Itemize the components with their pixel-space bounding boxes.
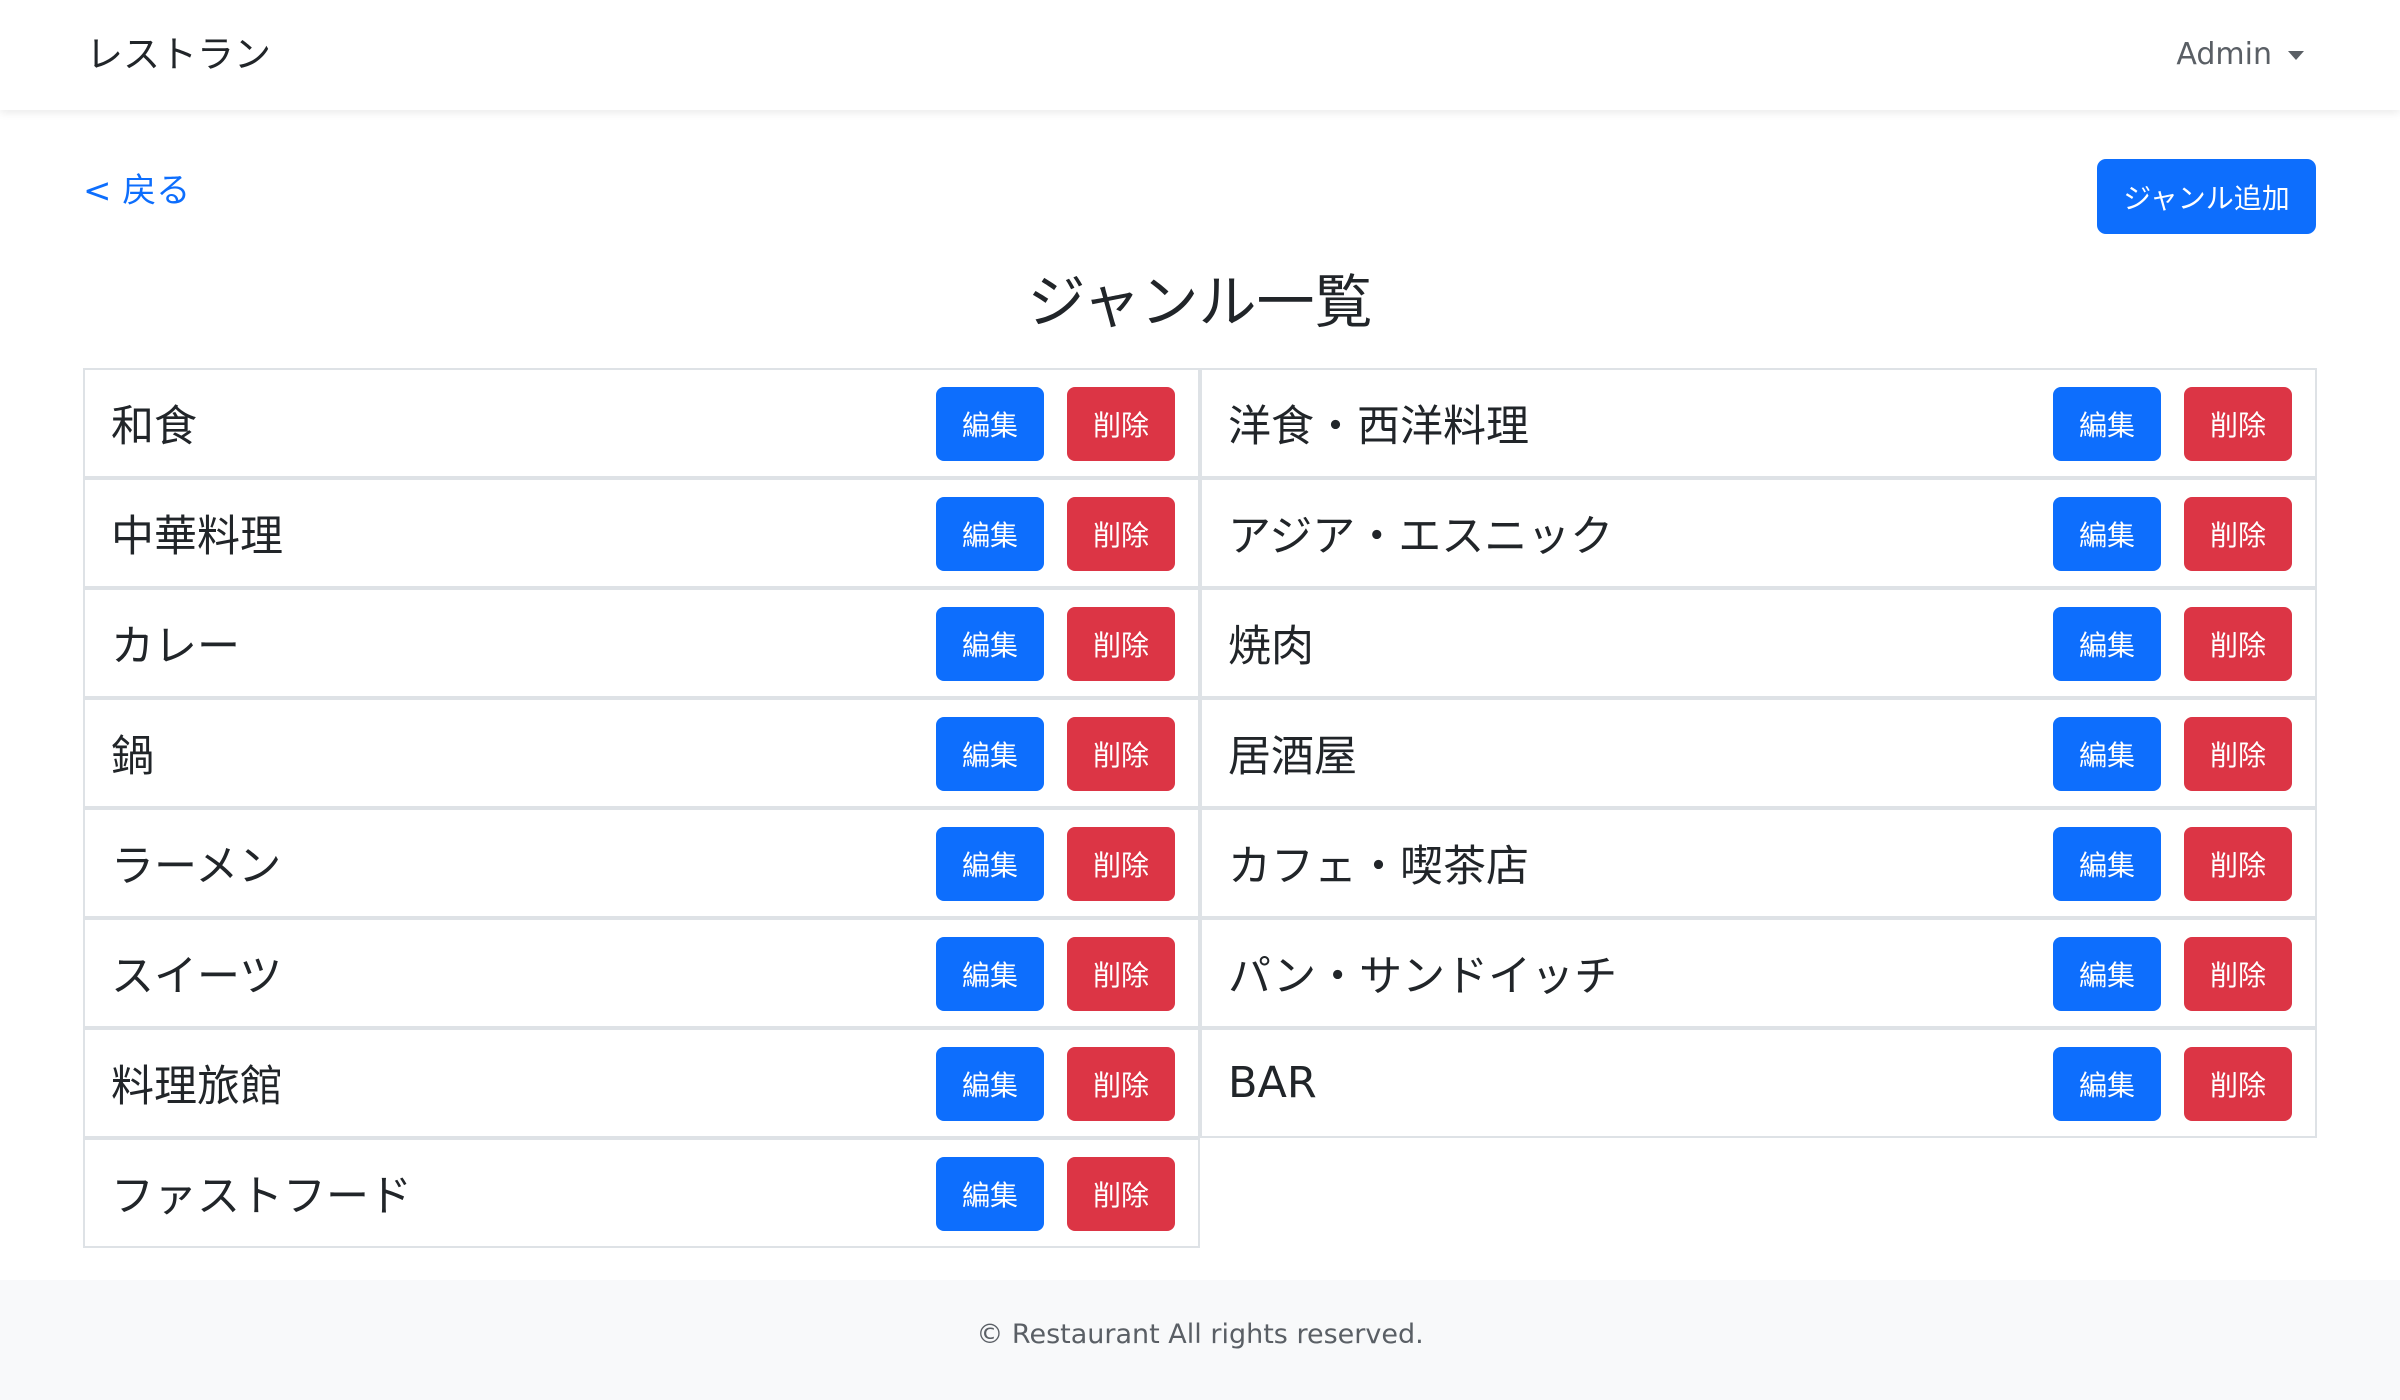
edit-button[interactable]: 編集 [936,607,1044,681]
genre-item: 洋食・西洋料理 編集 削除 [1200,368,2317,478]
edit-button[interactable]: 編集 [936,1157,1044,1231]
delete-button[interactable]: 削除 [1067,1157,1175,1231]
genre-name: パン・サンドイッチ [1228,952,1618,1002]
navbar: レストラン Admin [0,0,2400,110]
delete-button[interactable]: 削除 [1067,1047,1175,1121]
delete-button[interactable]: 削除 [1067,497,1175,571]
genre-item: カフェ・喫茶店 編集 削除 [1200,808,2317,918]
delete-button[interactable]: 削除 [1067,387,1175,461]
edit-button[interactable]: 編集 [2053,1047,2161,1121]
delete-button[interactable]: 削除 [1067,827,1175,901]
edit-button[interactable]: 編集 [2053,497,2161,571]
genre-name: 中華料理 [111,512,283,562]
genre-name: BAR [1228,1058,1317,1108]
delete-button[interactable]: 削除 [2184,607,2292,681]
genre-name: カレー [111,622,240,672]
delete-button[interactable]: 削除 [2184,387,2292,461]
brand-link[interactable]: レストラン [86,28,271,82]
admin-dropdown[interactable]: Admin [2176,33,2304,77]
genre-name: ファストフード [111,1172,412,1222]
edit-button[interactable]: 編集 [936,387,1044,461]
edit-button[interactable]: 編集 [936,497,1044,571]
edit-button[interactable]: 編集 [2053,607,2161,681]
delete-button[interactable]: 削除 [2184,717,2292,791]
edit-button[interactable]: 編集 [2053,387,2161,461]
back-link[interactable]: < 戻る [83,167,190,215]
genre-name: ラーメン [111,842,282,892]
delete-button[interactable]: 削除 [1067,937,1175,1011]
genre-item: スイーツ 編集 削除 [83,918,1200,1028]
edit-button[interactable]: 編集 [936,937,1044,1011]
edit-button[interactable]: 編集 [936,717,1044,791]
page-title: ジャンル一覧 [1027,268,1373,336]
admin-label: Admin [2176,37,2272,72]
edit-button[interactable]: 編集 [936,827,1044,901]
delete-button[interactable]: 削除 [2184,497,2292,571]
genre-item: 中華料理 編集 削除 [83,478,1200,588]
genre-item: 料理旅館 編集 削除 [83,1028,1200,1138]
genre-name: 和食 [111,402,197,452]
genre-item: 焼肉 編集 削除 [1200,588,2317,698]
genre-item: カレー 編集 削除 [83,588,1200,698]
footer-copyright: © Restaurant All rights reserved. [976,1319,1424,1350]
delete-button[interactable]: 削除 [2184,827,2292,901]
delete-button[interactable]: 削除 [1067,717,1175,791]
edit-button[interactable]: 編集 [2053,937,2161,1011]
edit-button[interactable]: 編集 [2053,827,2161,901]
caret-down-icon [2288,50,2304,60]
genre-item: アジア・エスニック 編集 削除 [1200,478,2317,588]
edit-button[interactable]: 編集 [936,1047,1044,1121]
genre-item: BAR 編集 削除 [1200,1028,2317,1138]
genre-name: スイーツ [111,952,283,1002]
delete-button[interactable]: 削除 [1067,607,1175,681]
genre-name: 洋食・西洋料理 [1228,402,1529,452]
genre-name: 料理旅館 [111,1062,283,1112]
genre-item: ファストフード 編集 削除 [83,1138,1200,1248]
genre-name: カフェ・喫茶店 [1228,842,1529,892]
add-genre-button[interactable]: ジャンル追加 [2097,159,2316,234]
delete-button[interactable]: 削除 [2184,1047,2292,1121]
genre-name: 鍋 [111,732,154,782]
genre-item: パン・サンドイッチ 編集 削除 [1200,918,2317,1028]
genre-item: ラーメン 編集 削除 [83,808,1200,918]
delete-button[interactable]: 削除 [2184,937,2292,1011]
genre-item: 鍋 編集 削除 [83,698,1200,808]
genre-name: 居酒屋 [1228,732,1357,782]
genre-item: 和食 編集 削除 [83,368,1200,478]
footer: © Restaurant All rights reserved. [0,1280,2400,1400]
genre-name: 焼肉 [1228,622,1314,672]
genre-item: 居酒屋 編集 削除 [1200,698,2317,808]
genre-name: アジア・エスニック [1228,512,1614,562]
edit-button[interactable]: 編集 [2053,717,2161,791]
